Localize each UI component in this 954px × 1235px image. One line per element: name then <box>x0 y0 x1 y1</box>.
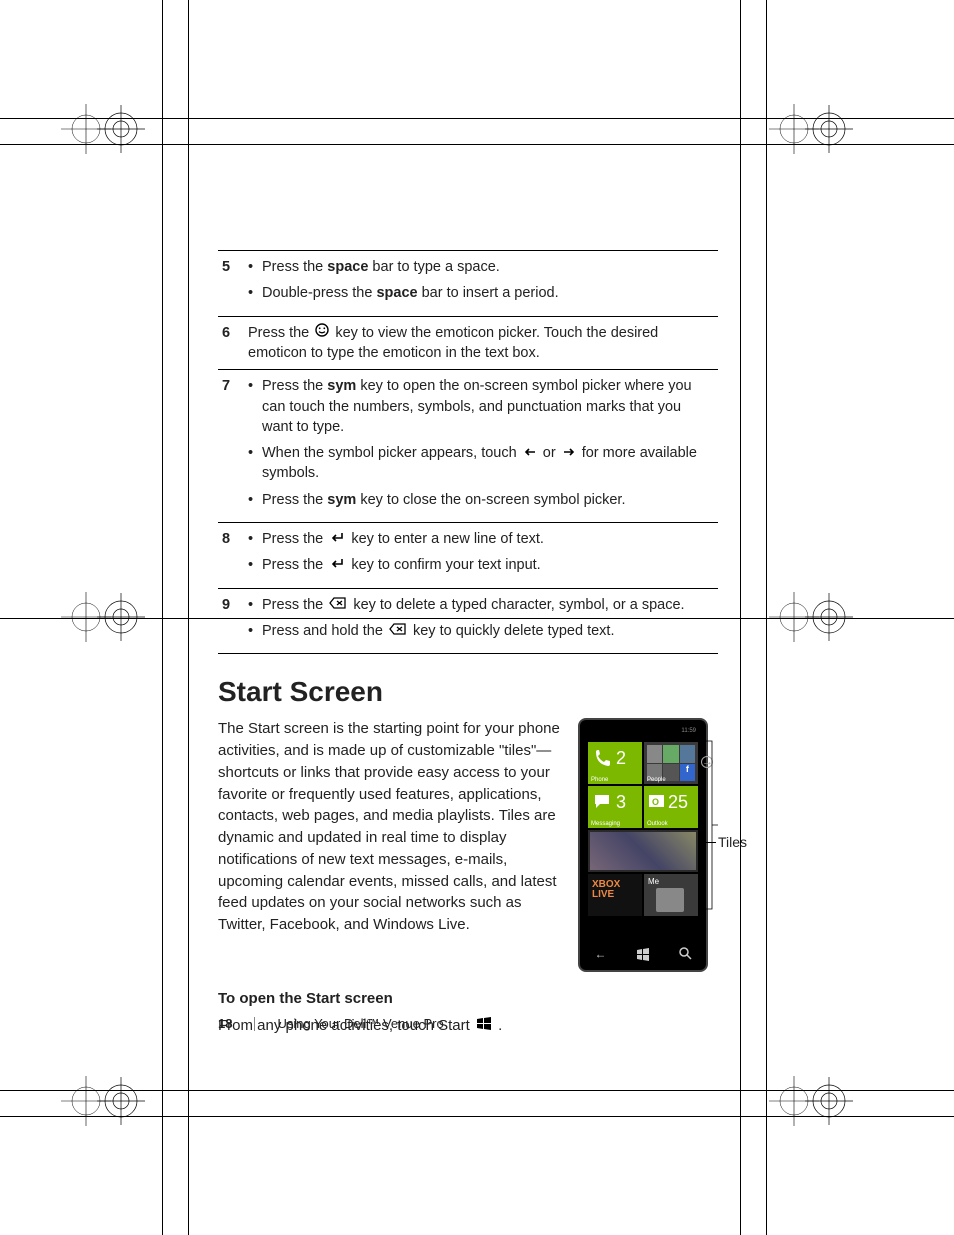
registration-mark-icon <box>56 562 166 672</box>
page-number: 18 <box>218 1016 232 1031</box>
footer-divider <box>254 1017 255 1031</box>
backspace-key-icon <box>389 621 407 641</box>
phone-time: 11:59 <box>681 728 696 734</box>
step-body: Press the key to enter a new line of tex… <box>244 523 718 589</box>
emoticon-key-icon <box>315 323 329 343</box>
callout-bracket-icon <box>704 740 718 910</box>
step-number: 7 <box>218 370 244 523</box>
tile-pictures <box>588 830 698 872</box>
tile-outlook: O 25 Outlook <box>644 786 698 828</box>
step-body: Press the space bar to type a space. Dou… <box>244 251 718 317</box>
svg-text:O: O <box>652 797 659 807</box>
step-body: Press the sym key to open the on-screen … <box>244 370 718 523</box>
step-body: Press the key to delete a typed characte… <box>244 588 718 654</box>
table-row: 5 Press the space bar to type a space. D… <box>218 251 718 317</box>
step-number: 9 <box>218 588 244 654</box>
enter-key-icon <box>329 529 345 549</box>
tile-people: f People <box>644 742 698 784</box>
registration-mark-icon <box>764 74 874 184</box>
table-row: 9 Press the key to delete a typed charac… <box>218 588 718 654</box>
step-number: 6 <box>218 316 244 370</box>
tile-me: Me <box>644 874 698 916</box>
back-icon: ← <box>595 947 607 964</box>
page-footer: 18 Using Your Dell™ Venue Pro <box>218 1016 444 1031</box>
footer-section: Using Your Dell™ Venue Pro <box>277 1016 443 1031</box>
phone-illustration: 11:59 2 Phone f People <box>578 718 718 972</box>
table-row: 8 Press the key to enter a new line of t… <box>218 523 718 589</box>
step-number: 5 <box>218 251 244 317</box>
table-row: 7 Press the sym key to open the on-scree… <box>218 370 718 523</box>
section-body: The Start screen is the starting point f… <box>218 718 560 972</box>
arrow-right-icon <box>562 443 576 463</box>
tile-phone: 2 Phone <box>588 742 642 784</box>
page-content: 5 Press the space bar to type a space. D… <box>218 250 718 1037</box>
windows-icon <box>636 947 650 964</box>
tiles-callout: Tiles <box>718 834 747 850</box>
search-icon <box>679 947 692 964</box>
step-number: 8 <box>218 523 244 589</box>
table-row: 6 Press the key to view the emoticon pic… <box>218 316 718 370</box>
tile-messaging: 3 Messaging <box>588 786 642 828</box>
backspace-key-icon <box>329 595 347 615</box>
enter-key-icon <box>329 555 345 575</box>
tile-xbox: XBOX LIVE <box>588 874 642 916</box>
registration-mark-icon <box>764 562 874 672</box>
registration-mark-icon <box>56 74 166 184</box>
registration-mark-icon <box>764 1046 874 1156</box>
arrow-left-icon <box>523 443 537 463</box>
section-title: Start Screen <box>218 676 718 708</box>
windows-start-icon <box>476 1015 492 1037</box>
instructions-table: 5 Press the space bar to type a space. D… <box>218 250 718 654</box>
step-body: Press the key to view the emoticon picke… <box>244 316 718 370</box>
registration-mark-icon <box>56 1046 166 1156</box>
subsection-title: To open the Start screen <box>218 990 718 1007</box>
